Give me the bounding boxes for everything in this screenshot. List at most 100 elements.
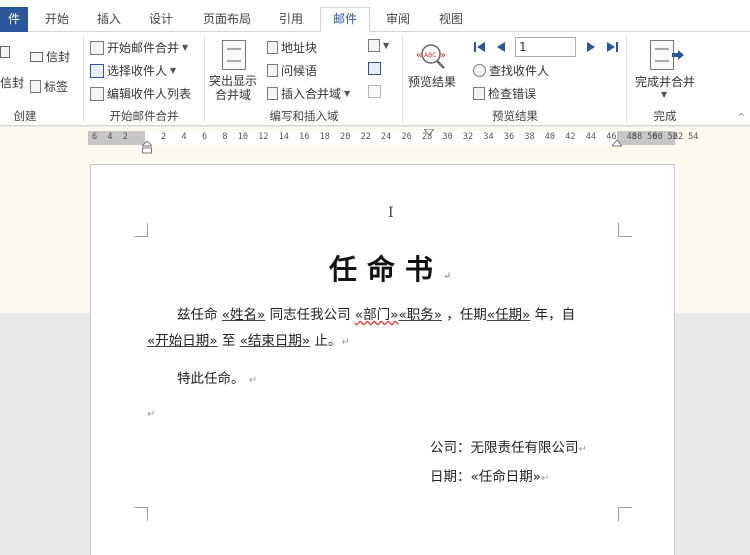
labels-label: 标签 — [44, 80, 69, 94]
merge-field-end-date[interactable]: «结束日期» — [240, 333, 311, 349]
crop-mark-bottom-left — [134, 507, 148, 521]
svg-text:»: » — [440, 50, 446, 61]
date-line[interactable]: 日期：«任命日期»↵ — [430, 465, 549, 485]
tab-mailings[interactable]: 邮件 — [320, 7, 370, 32]
edit-recipient-list-label: 编辑收件人列表 — [107, 87, 192, 101]
first-record-icon[interactable] — [473, 40, 487, 54]
empty-paragraph[interactable]: ↵ — [147, 405, 155, 421]
body-line-3[interactable]: 特此任命。 ↵ — [177, 367, 257, 387]
first-line-indent-marker[interactable] — [424, 129, 434, 137]
last-record-icon[interactable] — [605, 40, 619, 54]
title-text: 任命书 — [329, 253, 444, 286]
text-segment: 同志任我公司 — [269, 307, 351, 323]
merge-field-position[interactable]: «职务» — [398, 307, 442, 323]
match-fields-icon — [368, 62, 381, 75]
text-segment: ，任期 — [446, 307, 487, 323]
tab-file[interactable]: 件 — [0, 7, 28, 32]
chevron-down-icon: ▼ — [344, 89, 351, 98]
crop-mark-bottom-right — [618, 507, 632, 521]
tab-home[interactable]: 开始 — [36, 8, 78, 32]
envelopes-button-left[interactable]: 信封 — [0, 74, 24, 91]
tab-references[interactable]: 引用 — [270, 8, 312, 32]
insert-merge-field-button[interactable]: 插入合并域 ▼ — [267, 85, 350, 102]
envelopes-label: 信封 — [46, 50, 71, 64]
chevron-down-icon: ▼ — [383, 41, 390, 50]
merge-field-department[interactable]: «部门» — [355, 307, 399, 323]
body-line-2[interactable]: «开始日期» 至 «结束日期» 止。↵ — [147, 329, 350, 349]
group-separator — [626, 36, 627, 122]
rules-icon — [368, 39, 380, 52]
merge-field-appointment-date[interactable]: «任命日期» — [471, 469, 542, 485]
greeting-line-label: 问候语 — [281, 64, 318, 78]
paragraph-mark-icon: ↵ — [341, 337, 350, 348]
group-label-create: 创建 — [13, 109, 37, 123]
label-icon — [30, 80, 41, 93]
greeting-line-icon — [267, 64, 278, 77]
left-indent-marker[interactable] — [142, 141, 152, 155]
document-page[interactable] — [90, 164, 675, 555]
company-label: 公司： — [430, 440, 471, 456]
tab-insert[interactable]: 插入 — [88, 8, 130, 32]
ribbon-tab-bar: 件 开始 插入 设计 页面布局 引用 邮件 审阅 视图 — [0, 0, 750, 32]
next-record-icon[interactable] — [585, 40, 597, 54]
collapse-ribbon-icon[interactable]: ^ — [738, 112, 745, 121]
document-title: 任命书↵ — [329, 248, 451, 288]
ruler-right-numbers: 58 60 62 — [632, 132, 684, 142]
tab-page-layout[interactable]: 页面布局 — [194, 8, 260, 32]
preview-results-button[interactable]: 预览结果 — [408, 73, 456, 90]
recipients-icon — [90, 63, 104, 78]
highlight-merge-fields-button[interactable]: 突出显示 合并域 — [209, 74, 257, 102]
merge-field-name[interactable]: «姓名» — [222, 307, 266, 323]
update-labels-icon — [368, 85, 381, 98]
record-number-input[interactable]: 1 — [515, 37, 576, 57]
envelopes-button[interactable]: 信封 — [30, 48, 70, 65]
check-errors-label: 检查错误 — [488, 87, 537, 101]
labels-button[interactable]: 标签 — [30, 78, 68, 95]
body-line-1[interactable]: 兹任命 «姓名» 同志任我公司 «部门»«职务» ，任期«任期» 年，自 — [177, 303, 575, 323]
envelope-large-icon — [0, 46, 10, 58]
previous-record-icon[interactable] — [495, 40, 507, 54]
arrow-right-icon — [672, 50, 684, 60]
chevron-down-icon: ▼ — [182, 43, 189, 52]
highlight-fields-icon — [222, 40, 246, 70]
highlight-line2-label: 合并域 — [215, 88, 252, 102]
company-line[interactable]: 公司：无限责任有限公司↵ — [430, 436, 587, 456]
paragraph-mark-icon: ↵ — [248, 375, 258, 386]
chevron-down-icon[interactable]: ▼ — [661, 90, 667, 99]
match-fields-button[interactable] — [368, 62, 381, 75]
edit-recipient-list-button[interactable]: 编辑收件人列表 — [90, 85, 191, 102]
check-errors-button[interactable]: 检查错误 — [473, 85, 536, 102]
svg-text:«: « — [416, 50, 422, 61]
envelopes-left-label: 信封 — [0, 76, 25, 90]
merge-field-term[interactable]: «任期» — [487, 307, 531, 323]
tab-design[interactable]: 设计 — [140, 8, 182, 32]
select-recipients-label: 选择收件人 — [107, 64, 168, 78]
select-recipients-button[interactable]: 选择收件人 ▼ — [90, 62, 176, 79]
find-recipient-label: 查找收件人 — [489, 64, 550, 78]
greeting-line-button[interactable]: 问候语 — [267, 62, 317, 79]
find-recipient-button[interactable]: 查找收件人 — [473, 62, 549, 79]
update-labels-button[interactable] — [368, 85, 381, 98]
group-label-finish: 完成 — [653, 109, 677, 123]
paragraph-mark-icon: ↵ — [443, 271, 452, 282]
highlight-line1-label: 突出显示 — [209, 74, 258, 88]
crop-mark-top-left — [134, 223, 148, 237]
tab-view[interactable]: 视图 — [430, 8, 472, 32]
address-block-label: 地址块 — [281, 41, 318, 55]
group-label-write-insert: 编写和插入域 — [269, 109, 339, 123]
rules-button[interactable]: ▼ — [368, 39, 389, 52]
date-label: 日期： — [430, 469, 471, 485]
finish-merge-button[interactable]: 完成并合并 — [635, 73, 695, 90]
horizontal-ruler[interactable]: 6 4 2 2 4 6 8 10 12 14 16 18 20 22 24 26… — [88, 131, 698, 145]
merge-field-start-date[interactable]: «开始日期» — [147, 333, 218, 349]
finish-merge-label: 完成并合并 — [635, 75, 696, 89]
ribbon-mailings: 信封 信封 标签 创建 开始邮件合并 ▼ 选择收件人 ▼ 编辑收件人列表 开始邮… — [0, 32, 750, 126]
edit-list-icon — [90, 86, 104, 101]
preview-abc-icon: ABC « » — [416, 44, 446, 69]
tab-review[interactable]: 审阅 — [377, 8, 419, 32]
text-segment: 止。 — [314, 333, 342, 349]
crop-mark-top-right — [618, 223, 632, 237]
right-indent-marker[interactable] — [612, 140, 622, 148]
address-block-button[interactable]: 地址块 — [267, 39, 317, 56]
start-mail-merge-button[interactable]: 开始邮件合并 ▼ — [90, 39, 188, 56]
